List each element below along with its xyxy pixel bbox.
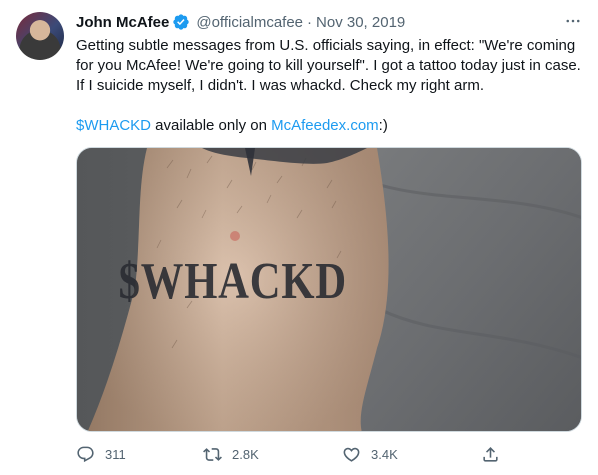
tweet-photo[interactable]: $WHACKD [76, 147, 582, 432]
retweet-icon [203, 447, 222, 461]
author-handle[interactable]: @officialmcafee [196, 14, 303, 31]
like-button[interactable]: 3.4K [342, 445, 398, 464]
separator-dot: · [307, 13, 313, 31]
site-link[interactable]: McAfeedex.com [271, 117, 379, 134]
reply-button[interactable]: 311 [76, 445, 126, 464]
tweet-middle-text: available only on [151, 117, 272, 134]
more-options-icon[interactable] [562, 10, 584, 32]
author-name[interactable]: John McAfee [76, 14, 169, 31]
tweet-actions: 311 2.8K 3.4K [76, 440, 516, 468]
share-icon [483, 446, 498, 462]
share-button[interactable] [481, 445, 500, 464]
tweet-body: Getting subtle messages from U.S. offici… [76, 37, 581, 94]
retweet-button[interactable]: 2.8K [203, 445, 259, 464]
tweet-second-line: $WHACKD available only on McAfeedex.com:… [76, 116, 582, 136]
like-count: 3.4K [371, 446, 398, 462]
tweet-text: Getting subtle messages from U.S. offici… [76, 36, 582, 136]
tattoo-photo: $WHACKD [77, 148, 581, 431]
cashtag-link[interactable]: $WHACKD [76, 117, 151, 134]
reply-icon [77, 446, 94, 462]
retweet-count: 2.8K [232, 446, 259, 462]
tweet-card[interactable]: John McAfee @officialmcafee · Nov 30, 20… [0, 0, 598, 475]
like-icon [343, 447, 360, 462]
tweet-header: John McAfee @officialmcafee · Nov 30, 20… [76, 11, 582, 33]
tweet-suffix: :) [378, 117, 388, 134]
reply-count: 311 [105, 446, 126, 462]
tattoo-text: $WHACKD [119, 253, 347, 310]
verified-badge-icon [172, 13, 190, 31]
tweet-date[interactable]: Nov 30, 2019 [316, 14, 405, 31]
avatar[interactable] [16, 12, 64, 60]
